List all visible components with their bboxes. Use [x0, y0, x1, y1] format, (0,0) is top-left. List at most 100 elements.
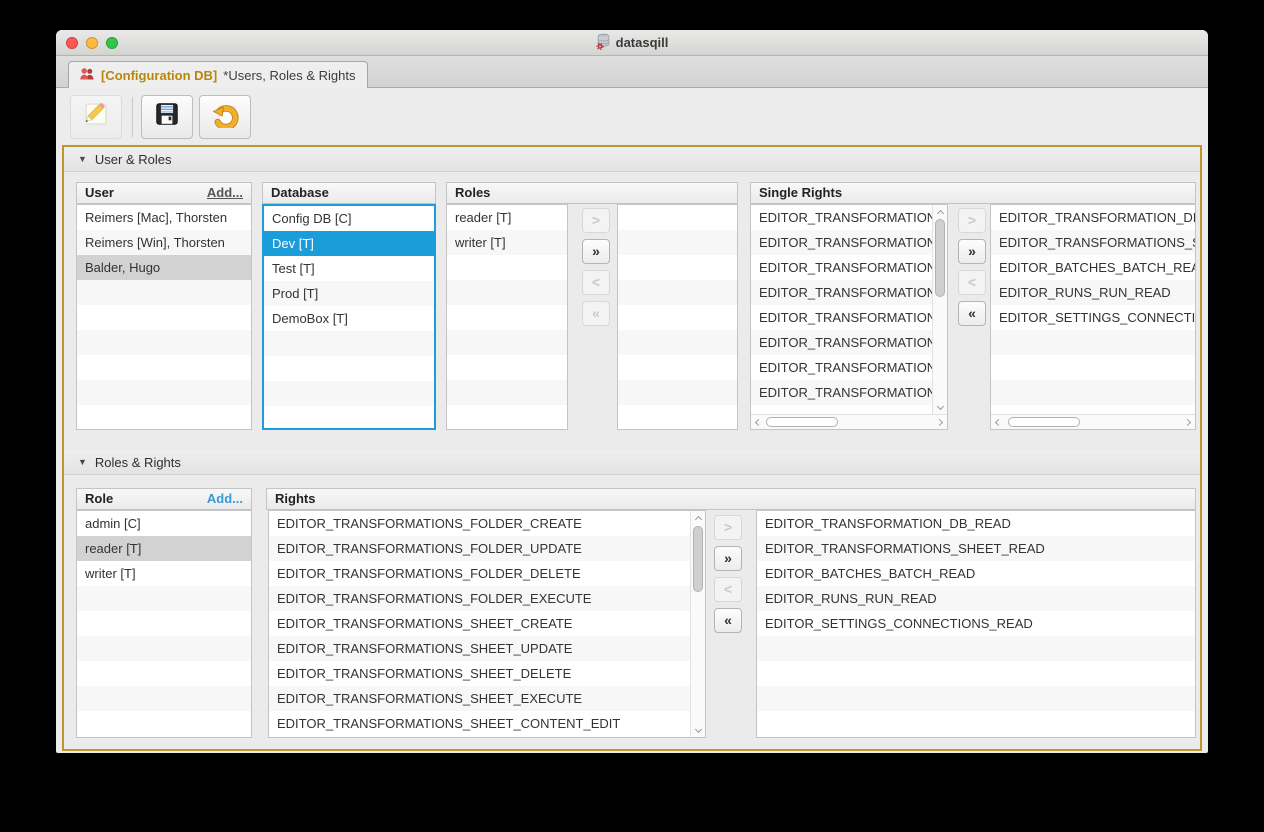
- rights-move-all-right-button[interactable]: »: [714, 546, 742, 571]
- list-item: [447, 405, 567, 430]
- roles-move-right-button[interactable]: >: [582, 208, 610, 233]
- rights-move-left-button[interactable]: <: [714, 577, 742, 602]
- list-item[interactable]: DemoBox [T]: [264, 306, 434, 331]
- list-item[interactable]: reader [T]: [77, 536, 251, 561]
- list-item: [757, 661, 1195, 686]
- list-item[interactable]: EDITOR_BATCHES_BATCH_READ: [757, 561, 1195, 586]
- section-header-user-roles[interactable]: ▼ User & Roles: [64, 147, 1200, 172]
- list-item[interactable]: EDITOR_TRANSFORMATIONS_SHEET_DELETE: [269, 661, 690, 686]
- list-item[interactable]: writer [T]: [77, 561, 251, 586]
- list-item[interactable]: EDITOR_TRANSFORMATION_DB_READ: [757, 511, 1195, 536]
- single-rights-move-all-left-button[interactable]: «: [958, 301, 986, 326]
- app-window: datasqill [Configuration DB] *Users, Rol…: [56, 30, 1208, 753]
- zoom-button[interactable]: [106, 37, 118, 49]
- list-item: [77, 330, 251, 355]
- list-item[interactable]: EDITOR_TRANSFORMATIONS_SHEET_UPDATE: [269, 636, 690, 661]
- add-user-link[interactable]: Add...: [207, 183, 243, 203]
- list-item[interactable]: EDITOR_TRANSFORMATIONS_FOLDER_CREATE: [269, 511, 690, 536]
- list-item[interactable]: EDITOR_TRANSFORMATIONS_SHEET_DELETE: [751, 355, 932, 380]
- list-item: [618, 280, 737, 305]
- rights-move-all-left-button[interactable]: «: [714, 608, 742, 633]
- single-rights-move-right-button[interactable]: >: [958, 208, 986, 233]
- rights-move-right-button[interactable]: >: [714, 515, 742, 540]
- undo-button[interactable]: [199, 95, 251, 139]
- roles-move-all-right-button[interactable]: »: [582, 239, 610, 264]
- list-item[interactable]: EDITOR_TRANSFORMATIONS_FOLDER_EXECUTE: [751, 280, 932, 305]
- list-item[interactable]: EDITOR_BATCHES_BATCH_READ: [991, 255, 1195, 280]
- list-item[interactable]: EDITOR_TRANSFORMATIONS_SHEET_CREATE: [751, 305, 932, 330]
- list-item[interactable]: Reimers [Mac], Thorsten: [77, 205, 251, 230]
- scroll-up-arrow-icon[interactable]: [933, 205, 947, 218]
- close-button[interactable]: [66, 37, 78, 49]
- minimize-button[interactable]: [86, 37, 98, 49]
- tab-db-label: [Configuration DB]: [101, 68, 217, 83]
- roles-move-left-button[interactable]: <: [582, 270, 610, 295]
- tab-title: *Users, Roles & Rights: [223, 68, 355, 83]
- scroll-down-arrow-icon[interactable]: [691, 724, 705, 737]
- list-item[interactable]: Prod [T]: [264, 281, 434, 306]
- list-item: [618, 355, 737, 380]
- list-item[interactable]: EDITOR_TRANSFORMATION_DB_READ: [991, 205, 1195, 230]
- scroll-right-arrow-icon[interactable]: [1182, 415, 1195, 429]
- list-item: [264, 356, 434, 381]
- scroll-left-arrow-icon[interactable]: [991, 415, 1004, 429]
- list-item: [757, 711, 1195, 736]
- list-item[interactable]: Reimers [Win], Thorsten: [77, 230, 251, 255]
- role-list: admin [C]reader [T]writer [T]: [76, 510, 252, 738]
- scroll-right-arrow-icon[interactable]: [934, 415, 947, 429]
- list-item[interactable]: EDITOR_TRANSFORMATIONS_FOLDER_EXECUTE: [269, 586, 690, 611]
- section-title: User & Roles: [95, 152, 172, 167]
- list-item[interactable]: EDITOR_SETTINGS_CONNECTIONS_READ: [991, 305, 1195, 330]
- list-item[interactable]: EDITOR_TRANSFORMATIONS_SHEET_EXECUTE: [751, 380, 932, 405]
- list-item[interactable]: EDITOR_TRANSFORMATIONS_SHEET_READ: [991, 230, 1195, 255]
- list-item[interactable]: Test [T]: [264, 256, 434, 281]
- list-item[interactable]: EDITOR_TRANSFORMATIONS_FOLDER_UPDATE: [269, 536, 690, 561]
- list-item[interactable]: EDITOR_RUNS_RUN_READ: [757, 586, 1195, 611]
- horizontal-scrollbar[interactable]: [751, 414, 947, 429]
- list-item[interactable]: Dev [T]: [264, 231, 434, 256]
- single-rights-move-all-right-button[interactable]: »: [958, 239, 986, 264]
- horizontal-scrollbar[interactable]: [991, 414, 1195, 429]
- list-item[interactable]: EDITOR_TRANSFORMATIONS_SHEET_EXECUTE: [269, 686, 690, 711]
- scrollbar-thumb[interactable]: [1008, 417, 1080, 427]
- list-item[interactable]: admin [C]: [77, 511, 251, 536]
- list-item[interactable]: EDITOR_TRANSFORMATIONS_SHEET_READ: [757, 536, 1195, 561]
- list-item[interactable]: Config DB [C]: [264, 206, 434, 231]
- scrollbar-thumb[interactable]: [693, 526, 703, 592]
- scrollbar-thumb[interactable]: [935, 219, 945, 297]
- database-panel-header: Database: [262, 182, 436, 204]
- vertical-scrollbar[interactable]: [932, 205, 947, 414]
- scroll-down-arrow-icon[interactable]: [933, 401, 947, 414]
- list-item: [77, 380, 251, 405]
- list-item[interactable]: EDITOR_TRANSFORMATIONS_SHEET_CREATE: [269, 611, 690, 636]
- list-item[interactable]: EDITOR_TRANSFORMATIONS_FOLDER_DELETE: [751, 255, 932, 280]
- list-item[interactable]: EDITOR_TRANSFORMATIONS_SHEET_UPDATE: [751, 330, 932, 355]
- single-rights-move-left-button[interactable]: <: [958, 270, 986, 295]
- add-role-link[interactable]: Add...: [207, 489, 243, 509]
- scrollbar-thumb[interactable]: [766, 417, 838, 427]
- list-item[interactable]: EDITOR_SETTINGS_CONNECTIONS_READ: [757, 611, 1195, 636]
- tab-users-roles-rights[interactable]: [Configuration DB] *Users, Roles & Right…: [68, 61, 368, 88]
- list-item[interactable]: EDITOR_TRANSFORMATIONS_FOLDER_UPDATE: [751, 230, 932, 255]
- edit-button[interactable]: [70, 95, 122, 139]
- scroll-left-arrow-icon[interactable]: [751, 415, 764, 429]
- scroll-up-arrow-icon[interactable]: [691, 511, 705, 524]
- list-item: [618, 230, 737, 255]
- database-list: Config DB [C]Dev [T]Test [T]Prod [T]Demo…: [262, 204, 436, 430]
- section-header-roles-rights[interactable]: ▼ Roles & Rights: [64, 450, 1200, 475]
- database-gear-icon: [596, 33, 611, 53]
- list-item: [447, 305, 567, 330]
- list-item[interactable]: reader [T]: [447, 205, 567, 230]
- list-item[interactable]: writer [T]: [447, 230, 567, 255]
- single-rights-assigned-rows: EDITOR_TRANSFORMATION_DB_READEDITOR_TRAN…: [991, 205, 1195, 414]
- list-item[interactable]: EDITOR_TRANSFORMATIONS_SHEET_CONTENT_EDI…: [269, 711, 690, 736]
- list-item: [447, 380, 567, 405]
- vertical-scrollbar[interactable]: [690, 511, 705, 737]
- list-item[interactable]: EDITOR_RUNS_RUN_READ: [991, 280, 1195, 305]
- list-item[interactable]: EDITOR_TRANSFORMATIONS_FOLDER_DELETE: [269, 561, 690, 586]
- list-item[interactable]: EDITOR_TRANSFORMATIONS_FOLDER_CREATE: [751, 205, 932, 230]
- list-item[interactable]: Balder, Hugo: [77, 255, 251, 280]
- list-item: [264, 331, 434, 356]
- save-button[interactable]: [141, 95, 193, 139]
- roles-move-all-left-button[interactable]: «: [582, 301, 610, 326]
